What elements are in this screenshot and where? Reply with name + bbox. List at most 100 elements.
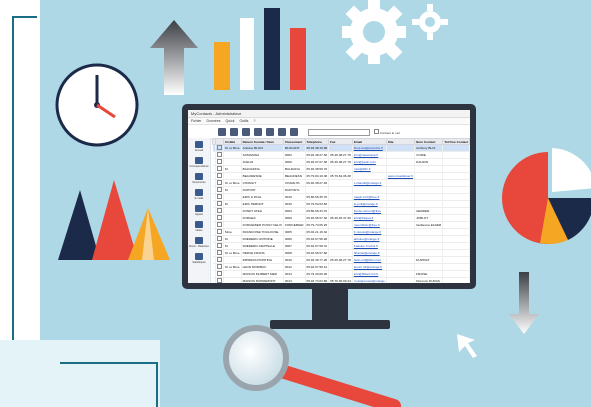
table-cell: [328, 270, 353, 278]
row-checkbox[interactable]: [217, 264, 222, 269]
truck-icon[interactable]: [230, 128, 238, 136]
table-cell: [328, 221, 353, 229]
table-cell: [414, 165, 444, 173]
table-cell: [223, 151, 242, 159]
row-checkbox[interactable]: [217, 222, 222, 227]
table-cell: [328, 165, 353, 173]
nav-accueil[interactable]: Accueil: [188, 138, 210, 154]
row-checkbox[interactable]: [217, 243, 222, 248]
edit-icon[interactable]: [290, 128, 298, 136]
search-contains-checkbox[interactable]: Contient le mot: [374, 129, 400, 135]
menu-help[interactable]: ?: [253, 118, 255, 124]
row-checkbox[interactable]: [217, 208, 222, 213]
table-row[interactable]: M. DUPONT DUPONTL: [212, 186, 470, 194]
nav-emails[interactable]: E-mails: [188, 186, 210, 202]
table-row[interactable]: M. et Mme CHAMLIT CHAMLITL 05.46.38.27.46 c.…: [212, 179, 470, 187]
table-cell: [414, 179, 444, 187]
row-checkbox[interactable]: [217, 257, 222, 262]
row-checkbox[interactable]: [217, 145, 222, 150]
row-checkbox[interactable]: [217, 194, 222, 199]
nav-documents[interactable]: Documents: [188, 170, 210, 186]
nav-envoi[interactable]: Envoi - Relances: [188, 234, 210, 250]
row-checkbox[interactable]: [217, 215, 222, 220]
table-icon[interactable]: [278, 128, 286, 136]
nav-appels[interactable]: Appels: [188, 202, 210, 218]
user-icon[interactable]: [218, 128, 226, 136]
trash-icon[interactable]: [254, 128, 262, 136]
table-cell: [352, 186, 387, 194]
table-row[interactable]: M. et Mme LEON MORIBAC 0012 05.46.67.58.12 l…: [212, 263, 470, 271]
nav-correspondance[interactable]: Correspondance: [188, 154, 210, 170]
table-cell: www.xmaddoser.fr: [386, 172, 416, 180]
table-row[interactable]: MAISON DUPREMONT 0014 05.46.73.63.80 05.79.…: [212, 277, 470, 283]
table-row[interactable]: FORGEA 0009 05.46.96.57.30 05.46.45.47.30 in…: [212, 214, 470, 222]
row-checkbox[interactable]: [217, 187, 222, 192]
menu-donnees[interactable]: Données: [207, 118, 221, 124]
table-row[interactable]: IMPRESS PRINTING 0010 05.46.38.77.28 05.46.…: [212, 256, 470, 264]
row-checkbox[interactable]: [217, 278, 222, 283]
table-cell: [328, 186, 353, 194]
row-checkbox[interactable]: [217, 229, 222, 234]
table-row[interactable]: BEAUDESNE BEAUDESN 05.79.84.16.38 05.79.84.…: [212, 172, 470, 180]
menu-outils[interactable]: Outils: [239, 118, 248, 124]
table-row[interactable]: M. FREDERIC DEPTELLE 0007 05.46.67.58.31 fre…: [212, 242, 470, 250]
table-cell: [442, 214, 470, 222]
table-cell: DUPRIAT: [414, 256, 444, 264]
row-checkbox[interactable]: [217, 250, 222, 255]
table-cell: bloui.ant@leviorbis.fr: [352, 144, 387, 152]
table-cell: 0009: [283, 214, 306, 222]
table-row[interactable]: FORCEMIER PUSSY FELIX FORCEMIER 05.79.73.6…: [212, 221, 470, 229]
table-cell: [223, 221, 242, 229]
table-cell: CHAMLITL: [283, 179, 306, 187]
table-cell: [386, 158, 416, 166]
monitor-stand-neck: [312, 289, 348, 321]
contacts-table: Civilité Raison Sociale / Nom Classement Té…: [212, 138, 470, 283]
table-cell: [386, 270, 416, 278]
table-cell: mob@ldfn.fr: [352, 165, 387, 173]
table-row[interactable]: M. et Mme Antoine BLOUI BLOUANT 05.46.38.15…: [212, 144, 470, 152]
table-cell: [442, 263, 470, 271]
row-checkbox[interactable]: [217, 201, 222, 206]
table-cell: Mme: [223, 228, 242, 236]
table-cell: [442, 179, 470, 187]
row-checkbox[interactable]: [217, 159, 222, 164]
checkbox-box[interactable]: [374, 129, 379, 134]
table-cell: 05.46.38.27.79: [328, 158, 353, 166]
row-checkbox[interactable]: [217, 236, 222, 241]
table-cell: FRAISE: [414, 270, 444, 278]
home-icon[interactable]: [266, 128, 274, 136]
table-cell: FONDT ATELI: [241, 207, 284, 215]
table-row[interactable]: M. BALDAFINA BALDAFIA 05.46.38.59.70 mob@ldf…: [212, 165, 470, 173]
table-cell: BALDAFINA: [241, 165, 284, 173]
table-cell: M. et Mme: [223, 144, 242, 152]
table-row[interactable]: Mme FRANCOISE TOULOUSE 0005 05.46.21.15.32 f…: [212, 228, 470, 236]
row-checkbox[interactable]: [217, 173, 222, 178]
table-row[interactable]: SATAMANA 0002 05.46.38.27.36 05.46.38.27.79…: [212, 151, 470, 159]
table-cell: [215, 172, 224, 180]
nav-notes[interactable]: Notes: [188, 218, 210, 234]
table-cell: GERDER: [414, 207, 444, 215]
table-cell: [414, 263, 444, 271]
table-cell: FORCEMIER: [283, 221, 306, 229]
menu-quick[interactable]: Quick: [226, 118, 235, 124]
table-row[interactable]: M. ERIC PERNOT 0019 05.79.53.63.83 fe-poll@o…: [212, 200, 470, 208]
row-checkbox[interactable]: [217, 271, 222, 276]
nav-statistiques[interactable]: Statistiques: [188, 250, 210, 266]
list-icon[interactable]: [242, 128, 250, 136]
table-row[interactable]: M. FREDERIC ANTOINE 0006 05.46.67.58.28 anto…: [212, 235, 470, 243]
table-cell: [386, 144, 416, 152]
table-row[interactable]: ERIC & PAUL 0019 05.86.66.35.70 magic.ef.fr…: [212, 193, 470, 201]
menu-fichier[interactable]: Fichier: [191, 118, 202, 124]
row-checkbox[interactable]: [217, 180, 222, 185]
row-checkbox[interactable]: [217, 152, 222, 157]
table-row[interactable]: JUELIN 0006 05.46.07.07.38 05.46.38.27.79 in…: [212, 158, 470, 166]
search-input[interactable]: [308, 128, 370, 136]
table-cell: [414, 193, 444, 201]
gear-icon: [342, 0, 406, 64]
table-cell: fr-ntouss@orange.fr: [352, 228, 387, 236]
table-row[interactable]: MAISON FILIBERT MER 0013 05.79.30.60.00 inf…: [212, 270, 470, 278]
table-cell: fe-poll@orange.fr: [352, 200, 387, 208]
row-checkbox[interactable]: [217, 166, 222, 171]
table-row[interactable]: M. et Mme HERVE FRANS 0008 05.46.96.57.60 hf…: [212, 249, 470, 257]
table-row[interactable]: FONDT ATELI 0003 05.86.66.33.70 fonde.cemon…: [212, 207, 470, 215]
